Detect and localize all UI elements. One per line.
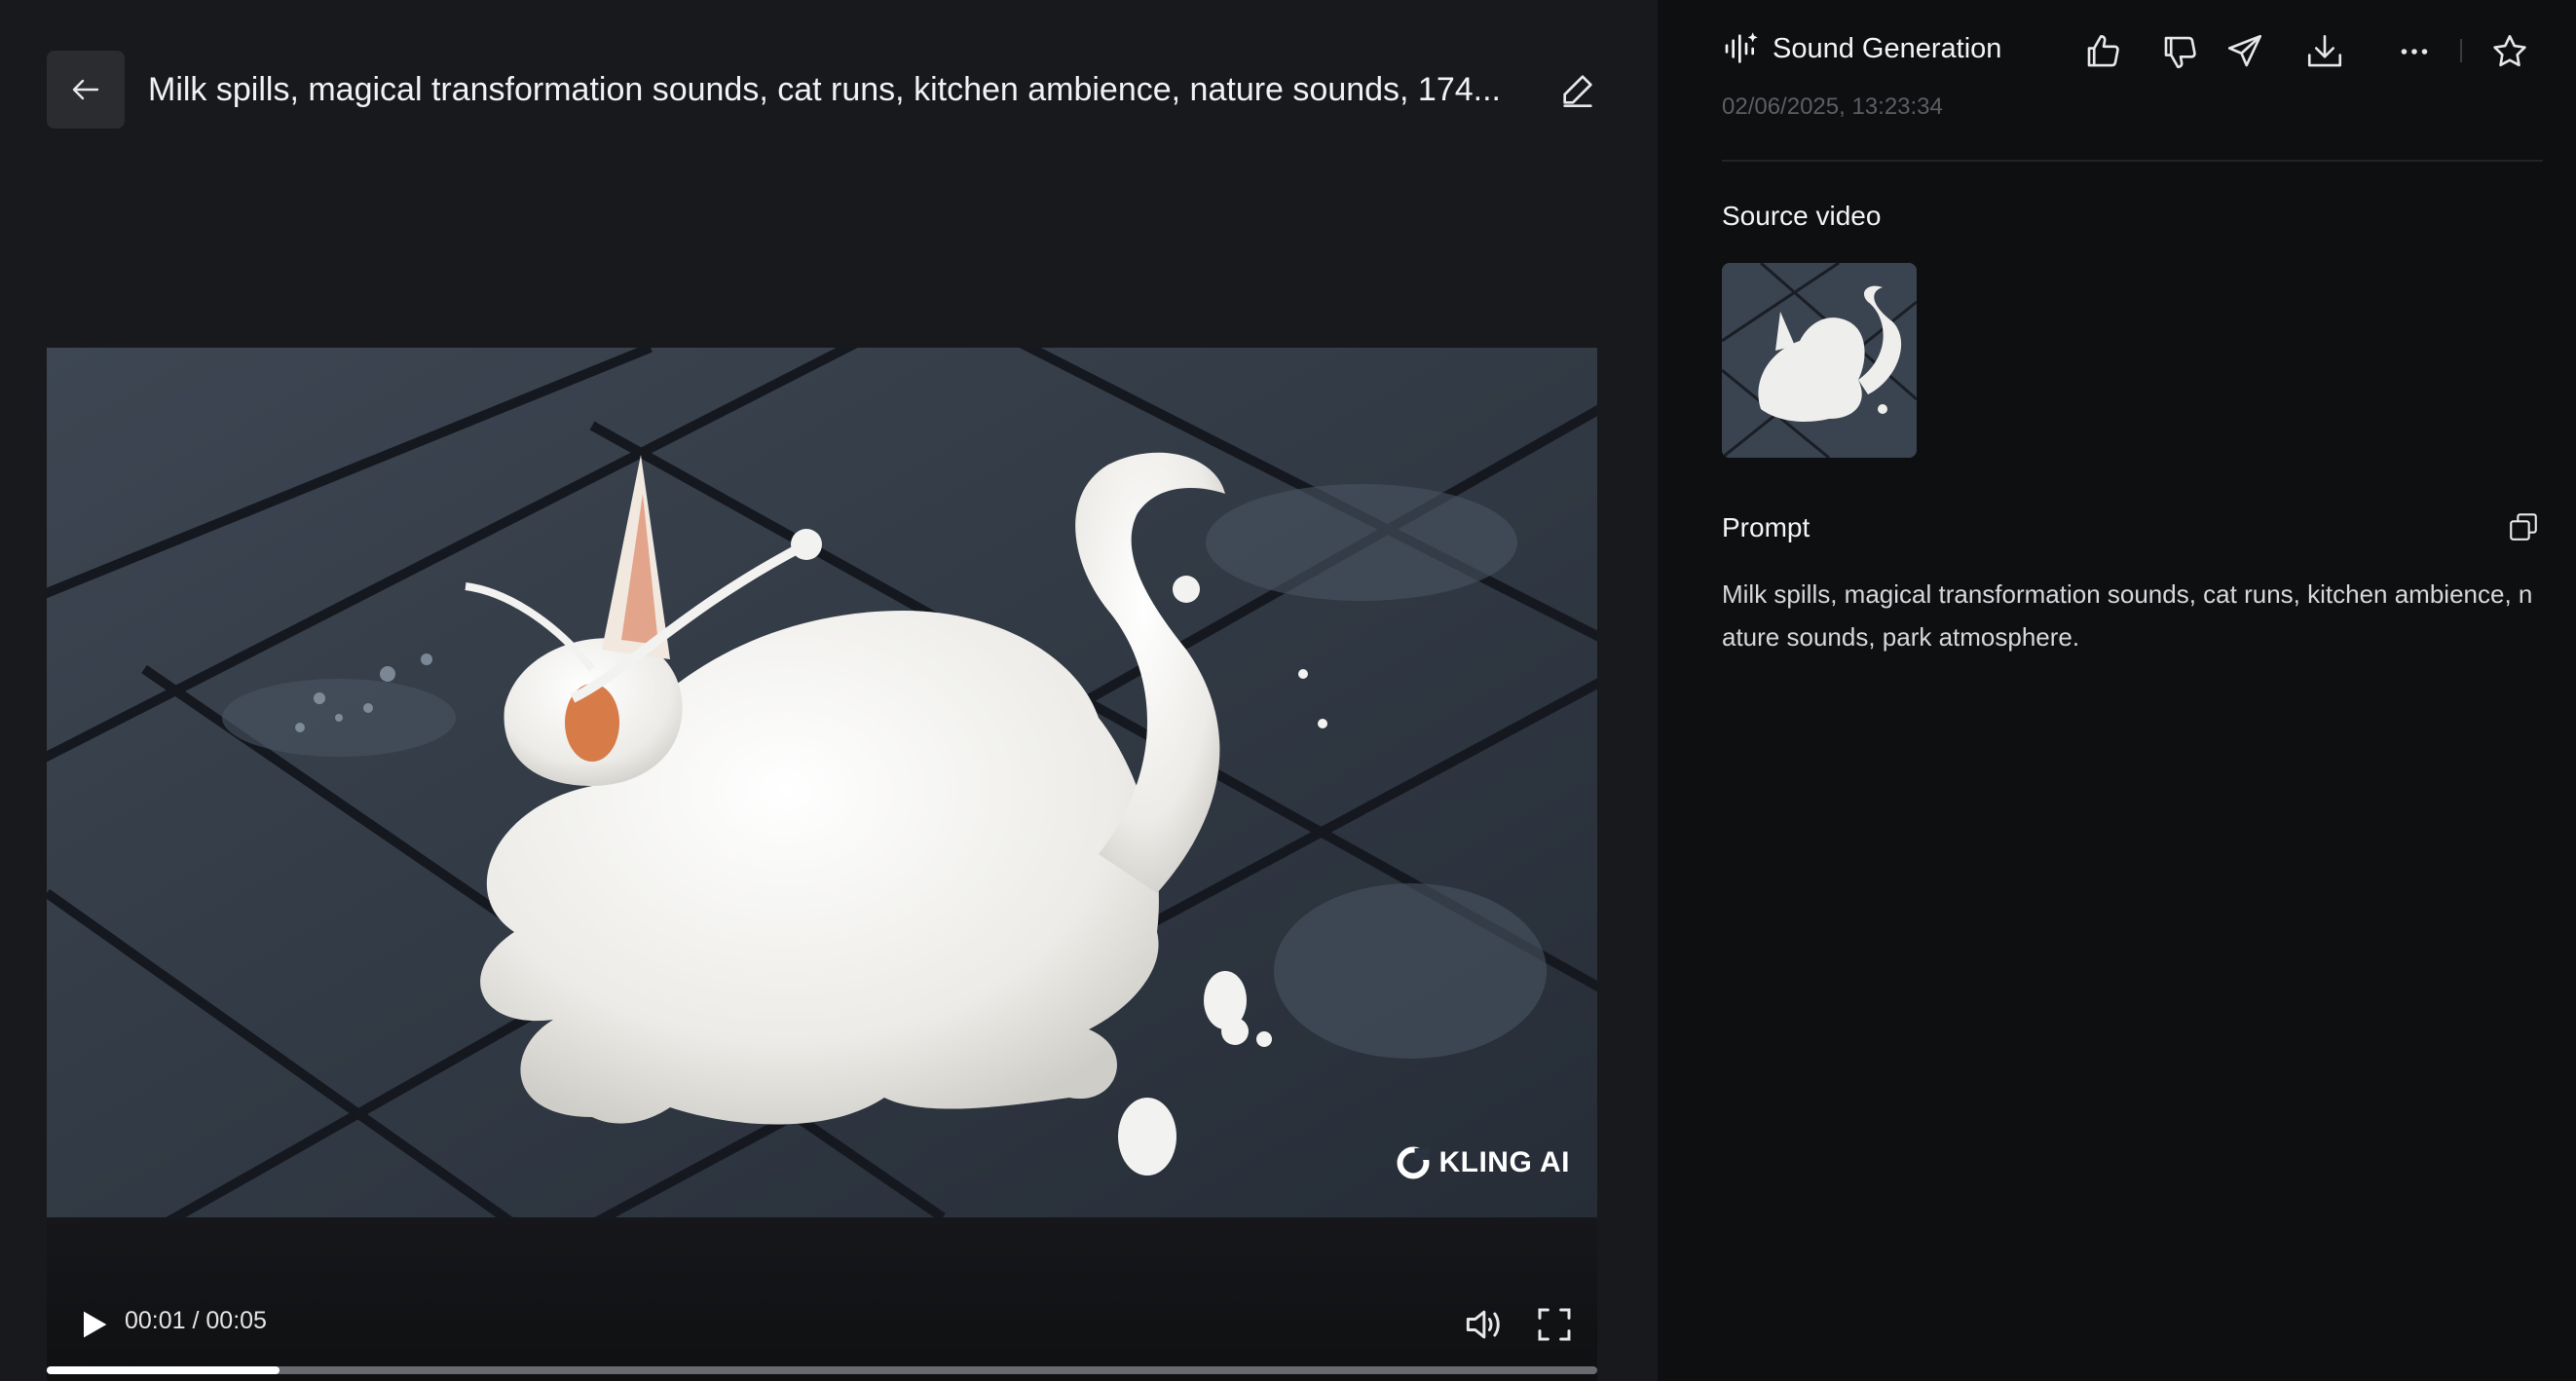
- watermark-text: KLING AI: [1438, 1146, 1570, 1178]
- time-display: 00:01 / 00:05: [125, 1307, 267, 1334]
- download-icon: [2304, 31, 2345, 72]
- kling-logo-icon: [1397, 1146, 1430, 1179]
- toolbar-divider: [2460, 39, 2462, 62]
- source-video-thumbnail[interactable]: [1722, 263, 1917, 458]
- details-panel: Sound Generation 02/06/2025, 13:23:34 So…: [1658, 0, 2576, 1381]
- video-panel: Milk spills, magical transformation soun…: [0, 0, 1658, 1381]
- sound-wave-icon: [1722, 29, 1761, 68]
- arrow-left-icon: [68, 72, 103, 107]
- kling-watermark: KLING AI: [1396, 1145, 1570, 1180]
- video-controls: 00:01 / 00:05: [47, 1217, 1597, 1381]
- progress-bar[interactable]: [47, 1366, 1597, 1374]
- star-icon: [2489, 31, 2530, 72]
- mode-header: Sound Generation: [1722, 29, 2001, 68]
- video-frame-image: [47, 348, 1597, 1217]
- favorite-button[interactable]: [2489, 31, 2530, 72]
- back-button[interactable]: [47, 51, 125, 129]
- prompt-text: Milk spills, magical transformation soun…: [1722, 579, 2533, 652]
- like-button[interactable]: [2082, 31, 2123, 72]
- thumbs-down-icon: [2159, 31, 2200, 72]
- edit-title-button[interactable]: [1558, 70, 1597, 109]
- header-divider: [1722, 160, 2543, 162]
- prompt-label: Prompt: [1722, 512, 1811, 542]
- progress-bar-fill: [47, 1366, 280, 1374]
- play-icon: [74, 1305, 113, 1344]
- more-button[interactable]: [2394, 31, 2435, 72]
- volume-icon: [1461, 1303, 1504, 1346]
- video-player[interactable]: KLING AI: [47, 348, 1597, 1217]
- creation-timestamp: 02/06/2025, 13:23:34: [1722, 93, 1943, 120]
- download-button[interactable]: [2304, 31, 2345, 72]
- mode-label: Sound Generation: [1773, 32, 2002, 64]
- page-title: Milk spills, magical transformation soun…: [148, 71, 1502, 108]
- fullscreen-icon: [1535, 1305, 1574, 1344]
- share-icon: [2224, 31, 2265, 72]
- copy-icon: [2507, 510, 2542, 543]
- pencil-icon: [1558, 70, 1597, 109]
- share-button[interactable]: [2224, 31, 2265, 72]
- thumbnail-image: [1722, 263, 1917, 458]
- volume-button[interactable]: [1461, 1303, 1504, 1346]
- copy-prompt-button[interactable]: [2507, 510, 2542, 545]
- thumbs-up-icon: [2082, 31, 2123, 72]
- play-button[interactable]: [74, 1305, 113, 1344]
- dislike-button[interactable]: [2159, 31, 2200, 72]
- fullscreen-button[interactable]: [1535, 1305, 1574, 1344]
- more-icon: [2394, 31, 2435, 72]
- source-video-label: Source video: [1722, 201, 1882, 231]
